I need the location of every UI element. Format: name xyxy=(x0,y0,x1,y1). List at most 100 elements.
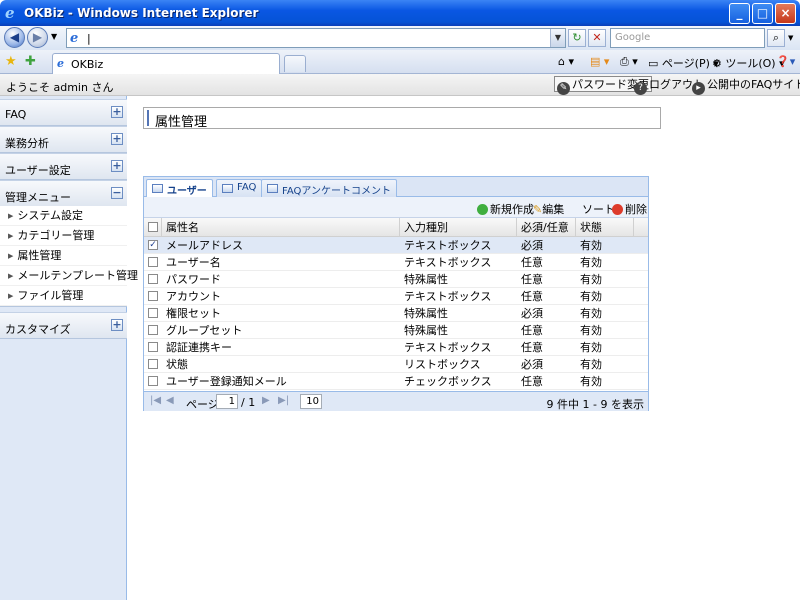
admin-submenu: ▶ システム設定 ▶ カテゴリー管理 ▶ 属性管理 ▶ メールテンプレート管理 ▶ ファイ… xyxy=(0,206,138,307)
column-type[interactable]: 入力種別 xyxy=(400,218,517,237)
table-row[interactable]: アカウント テキストボックス 任意 有効 xyxy=(144,288,648,305)
tab-label: FAQアンケートコメント xyxy=(282,186,391,197)
sidebar-section-label: カスタマイズ xyxy=(5,323,71,336)
address-input[interactable]: e | ▼ xyxy=(66,28,566,48)
sidebar-section-user-settings[interactable]: ユーザー設定 + xyxy=(0,153,127,180)
table-row[interactable]: 状態 リストボックス 必須 有効 xyxy=(144,356,648,373)
sidebar-item-attributes[interactable]: ▶ 属性管理 xyxy=(0,246,127,266)
row-checkbox[interactable] xyxy=(148,376,158,386)
expand-icon[interactable]: + xyxy=(111,133,123,145)
delete-icon xyxy=(612,204,623,215)
row-checkbox[interactable] xyxy=(148,308,158,318)
row-checkbox[interactable] xyxy=(148,342,158,352)
page-menu[interactable]: ▭ ページ(P) ▾ xyxy=(648,55,719,71)
column-required[interactable]: 必須/任意 xyxy=(517,218,576,237)
sidebar-section-customize[interactable]: カスタマイズ + xyxy=(0,312,127,339)
row-select-cell xyxy=(144,254,162,271)
sidebar-section-admin[interactable]: 管理メニュー − xyxy=(0,180,127,207)
tab-faq[interactable]: FAQ xyxy=(216,179,263,197)
next-page-icon[interactable]: ▶ xyxy=(262,395,270,406)
address-dropdown-icon[interactable]: ▼ xyxy=(550,29,565,47)
favorites-star-icon[interactable]: ★ xyxy=(5,54,17,69)
expand-icon[interactable]: + xyxy=(111,319,123,331)
row-checkbox[interactable] xyxy=(148,274,158,284)
tools-menu[interactable]: ⚙ ツール(O) ▾ xyxy=(712,55,785,71)
first-page-icon[interactable]: |◀ xyxy=(150,395,161,406)
sidebar-section-faq[interactable]: FAQ + xyxy=(0,99,127,126)
row-checkbox[interactable] xyxy=(148,291,158,301)
collapse-icon[interactable]: − xyxy=(111,187,123,199)
search-options-icon[interactable]: ▼ xyxy=(788,34,793,42)
tab-user[interactable]: ユーザー xyxy=(146,179,213,198)
expand-icon[interactable]: + xyxy=(111,160,123,172)
expand-icon[interactable]: + xyxy=(111,106,123,118)
new-button[interactable]: 新規作成 xyxy=(477,201,534,217)
sidebar-item-mail-template[interactable]: ▶ メールテンプレート管理 xyxy=(0,266,138,286)
forward-button[interactable]: ▶ xyxy=(27,27,48,48)
table-row[interactable]: パスワード 特殊属性 任意 有効 xyxy=(144,271,648,288)
cell-required: 任意 xyxy=(521,273,543,286)
help-icon[interactable]: ❓▾ xyxy=(776,55,795,68)
cell-status: 有効 xyxy=(580,256,602,269)
table-row[interactable]: グループセット 特殊属性 任意 有効 xyxy=(144,322,648,339)
minimize-button[interactable]: _ xyxy=(729,3,750,24)
cell-type: テキストボックス xyxy=(404,290,492,303)
delete-button[interactable]: 削除 xyxy=(612,201,647,217)
sidebar-section-analysis[interactable]: 業務分析 + xyxy=(0,126,127,153)
row-checkbox[interactable] xyxy=(148,257,158,267)
tab-okbiz[interactable]: e OKBiz xyxy=(52,53,280,74)
last-page-icon[interactable]: ▶| xyxy=(278,395,289,406)
stop-button[interactable]: ✕ xyxy=(588,29,606,47)
page-size-input[interactable] xyxy=(300,394,322,409)
grid-toolbar: 新規作成 ✎編集 ソート 削除 xyxy=(144,197,648,218)
refresh-button[interactable]: ↻ xyxy=(568,29,586,47)
cell-type: チェックボックス xyxy=(404,375,492,388)
select-all-checkbox[interactable] xyxy=(148,222,158,232)
arrow-right-icon: ▸ xyxy=(692,82,705,95)
sidebar-item-file[interactable]: ▶ ファイル管理 xyxy=(0,286,127,306)
grid-pager: |◀ ◀ ページ / 1 ▶ ▶| 9 件中 1 - 9 を表示 xyxy=(144,391,648,411)
prev-page-icon[interactable]: ◀ xyxy=(166,395,174,406)
table-row[interactable]: 認証連携キー テキストボックス 任意 有効 xyxy=(144,339,648,356)
table-row[interactable]: ユーザー名 テキストボックス 任意 有効 xyxy=(144,254,648,271)
cell-status: 有効 xyxy=(580,273,602,286)
column-name[interactable]: 属性名 xyxy=(162,218,400,237)
column-status[interactable]: 状態 xyxy=(576,218,634,237)
history-dropdown-icon[interactable]: ▼ xyxy=(51,32,57,41)
row-checkbox[interactable] xyxy=(148,325,158,335)
sidebar-item-system-settings[interactable]: ▶ システム設定 xyxy=(0,206,127,226)
search-icon[interactable]: ⌕ xyxy=(767,29,785,47)
cell-required: 必須 xyxy=(521,239,543,252)
feeds-icon[interactable]: ▤ ▾ xyxy=(590,55,609,68)
search-input[interactable]: Google xyxy=(610,28,765,48)
public-faq-link[interactable]: ▸公開中のFAQサイトへ xyxy=(692,77,800,95)
table-row[interactable]: ユーザー登録通知メール チェックボックス 任意 有効 xyxy=(144,373,648,390)
add-favorite-icon[interactable]: ✚ xyxy=(25,54,36,69)
title-accent xyxy=(147,110,149,126)
cell-required: 必須 xyxy=(521,358,543,371)
home-icon[interactable]: ⌂ ▾ xyxy=(558,55,574,68)
page-menu-label: ページ(P) xyxy=(661,57,710,70)
cell-type: テキストボックス xyxy=(404,239,492,252)
print-icon[interactable]: ⎙ ▾ xyxy=(620,55,638,69)
cell-required: 任意 xyxy=(521,375,543,388)
row-checkbox[interactable] xyxy=(148,359,158,369)
cell-status: 有効 xyxy=(580,324,602,337)
cell-type: 特殊属性 xyxy=(404,324,448,337)
table-row[interactable]: 権限セット 特殊属性 必須 有効 xyxy=(144,305,648,322)
bullet-icon: ▶ xyxy=(8,292,14,300)
tab-faq-survey-comment[interactable]: FAQアンケートコメント xyxy=(261,179,397,197)
maximize-button[interactable]: □ xyxy=(752,3,773,24)
sort-button[interactable]: ソート xyxy=(582,201,615,217)
edit-button[interactable]: ✎編集 xyxy=(533,201,564,217)
sidebar-item-category[interactable]: ▶ カテゴリー管理 xyxy=(0,226,127,246)
address-value: | xyxy=(87,32,91,45)
back-button[interactable]: ◀ xyxy=(4,27,25,48)
table-row[interactable]: ✓ メールアドレス テキストボックス 必須 有効 xyxy=(144,237,648,254)
row-checkbox[interactable]: ✓ xyxy=(148,240,158,250)
page-number-input[interactable] xyxy=(216,394,238,409)
tab-label: OKBiz xyxy=(71,58,104,71)
new-tab-button[interactable] xyxy=(284,55,306,72)
close-button[interactable]: × xyxy=(775,3,796,24)
sidebar-item-label: メールテンプレート管理 xyxy=(17,269,139,282)
